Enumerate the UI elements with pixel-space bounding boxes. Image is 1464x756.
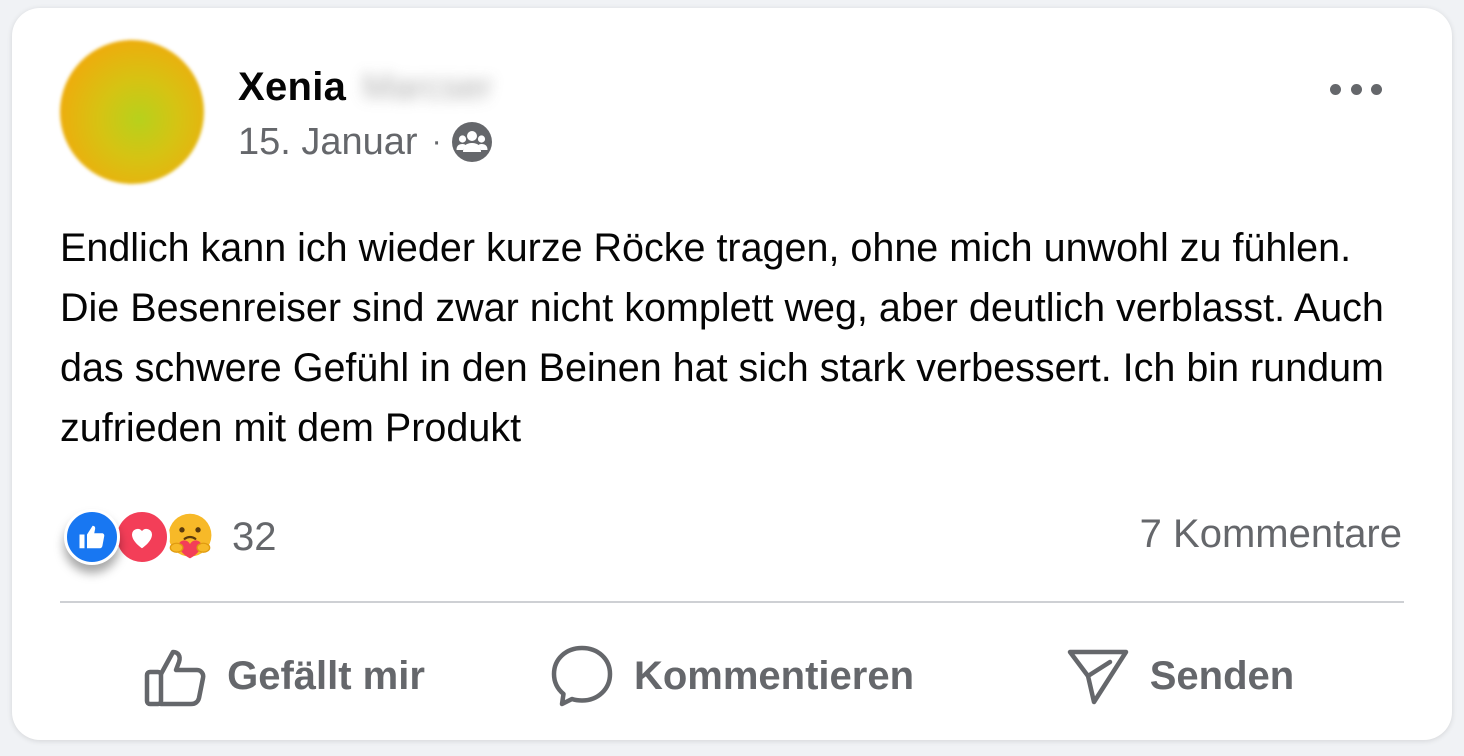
post-card: Xenia Marcser 15. Januar · Endlich kann … [12,8,1452,740]
comment-button[interactable]: Kommentieren [508,644,956,708]
thumbs-up-icon [143,644,207,708]
post-meta: 15. Januar · [238,118,492,166]
love-reaction-icon [114,509,170,565]
send-button-label: Senden [1149,653,1295,698]
divider [60,601,1404,603]
more-dot-icon [1330,83,1341,95]
more-dot-icon [1350,83,1362,95]
like-reaction-icon [64,509,120,565]
like-button[interactable]: Gefällt mir [60,644,508,708]
action-bar: Gefällt mir Kommentieren Senden [60,636,1404,716]
speech-bubble-icon [550,644,614,708]
reactions-summary[interactable]: 32 [64,508,277,566]
comment-button-label: Kommentieren [633,653,915,698]
author-row: Xenia Marcser [238,62,492,112]
comments-count-link[interactable]: 7 Kommentare [1140,512,1402,557]
author-surname-blurred: Marcser [362,66,493,107]
more-options-button[interactable] [1330,72,1382,106]
post-date[interactable]: 15. Januar [238,121,418,164]
more-dot-icon [1371,83,1382,95]
reactions-count: 32 [232,514,277,559]
send-button[interactable]: Senden [956,644,1404,708]
send-icon [1066,644,1130,708]
group-audience-icon [451,122,492,162]
post-text: Endlich kann ich wieder kurze Röcke trag… [60,226,1384,450]
author-name[interactable]: Xenia [238,65,346,110]
care-reaction-icon [162,509,218,565]
avatar[interactable] [60,40,204,184]
meta-separator: · [431,125,442,158]
like-button-label: Gefällt mir [227,653,425,698]
